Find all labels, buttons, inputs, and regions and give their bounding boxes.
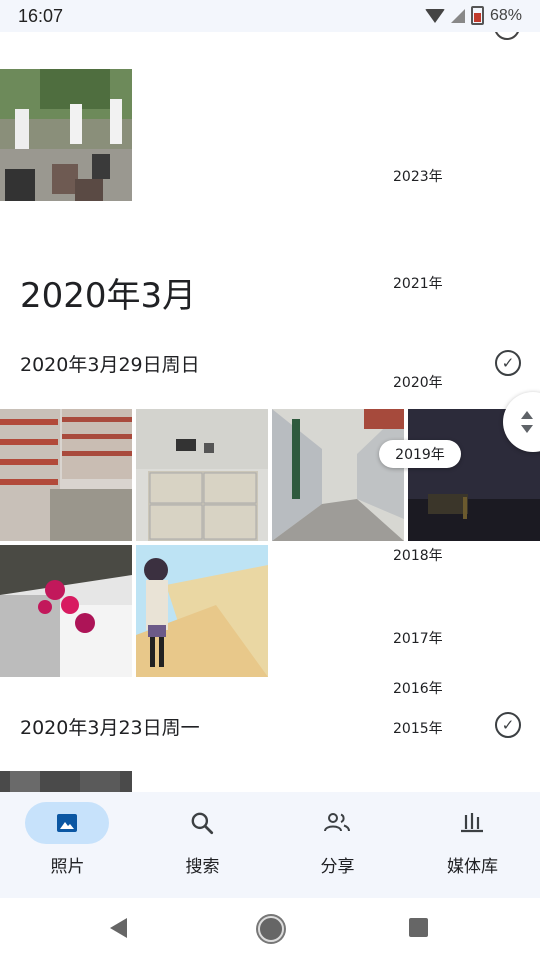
arrow-down-icon	[521, 425, 533, 433]
year-marker[interactable]: 2018年	[393, 545, 443, 565]
photo-thumbnail[interactable]	[0, 409, 132, 541]
nav-photos[interactable]: 照片	[0, 792, 135, 898]
system-navigation-bar	[0, 898, 540, 960]
day-header: 2020年3月29日周日	[20, 354, 200, 376]
photo-thumbnail[interactable]	[0, 545, 132, 677]
wifi-icon	[424, 8, 445, 23]
status-bar: 16:07 68%	[0, 0, 540, 32]
year-marker[interactable]: 2016年	[393, 678, 443, 698]
year-marker[interactable]: 2020年	[393, 372, 443, 392]
year-marker[interactable]: 2015年	[393, 718, 443, 738]
status-time: 16:07	[18, 6, 64, 26]
bottom-navigation: 照片 搜索 分享 媒体库	[0, 792, 540, 898]
check-icon: ✓	[501, 715, 515, 734]
select-day-checkbox[interactable]: ✓	[495, 350, 521, 376]
recents-icon[interactable]	[409, 918, 428, 937]
home-icon[interactable]	[258, 916, 284, 942]
search-icon	[191, 812, 214, 835]
back-icon[interactable]	[110, 918, 127, 938]
year-marker[interactable]: 2017年	[393, 628, 443, 648]
library-icon	[461, 813, 483, 833]
photo-thumbnail[interactable]	[136, 409, 268, 541]
year-marker[interactable]: 2023年	[393, 166, 443, 186]
check-icon: ✓	[501, 353, 515, 372]
cellular-icon	[450, 8, 465, 23]
day-header: 2020年3月23日周一	[20, 717, 200, 739]
year-marker[interactable]: 2021年	[393, 273, 443, 293]
photo-thumbnail[interactable]	[272, 409, 404, 541]
nav-library[interactable]: 媒体库	[405, 792, 540, 898]
photo-icon	[57, 814, 77, 832]
nav-label: 媒体库	[447, 857, 498, 877]
year-marker-active[interactable]: 2019年	[379, 440, 461, 468]
battery-percent: 68%	[489, 6, 522, 24]
select-day-checkbox[interactable]: ✓	[495, 712, 521, 738]
people-icon	[324, 813, 350, 832]
battery-icon	[470, 6, 484, 25]
photo-thumbnail[interactable]	[0, 69, 132, 201]
nav-label: 照片	[50, 857, 85, 877]
photo-thumbnail[interactable]	[136, 545, 268, 677]
nav-label: 分享	[320, 857, 355, 877]
nav-label: 搜索	[185, 857, 220, 877]
nav-search[interactable]: 搜索	[135, 792, 270, 898]
month-header: 2020年3月	[20, 276, 197, 316]
photo-thumbnail[interactable]	[0, 771, 132, 792]
arrow-up-icon	[521, 411, 533, 419]
nav-sharing[interactable]: 分享	[270, 792, 405, 898]
